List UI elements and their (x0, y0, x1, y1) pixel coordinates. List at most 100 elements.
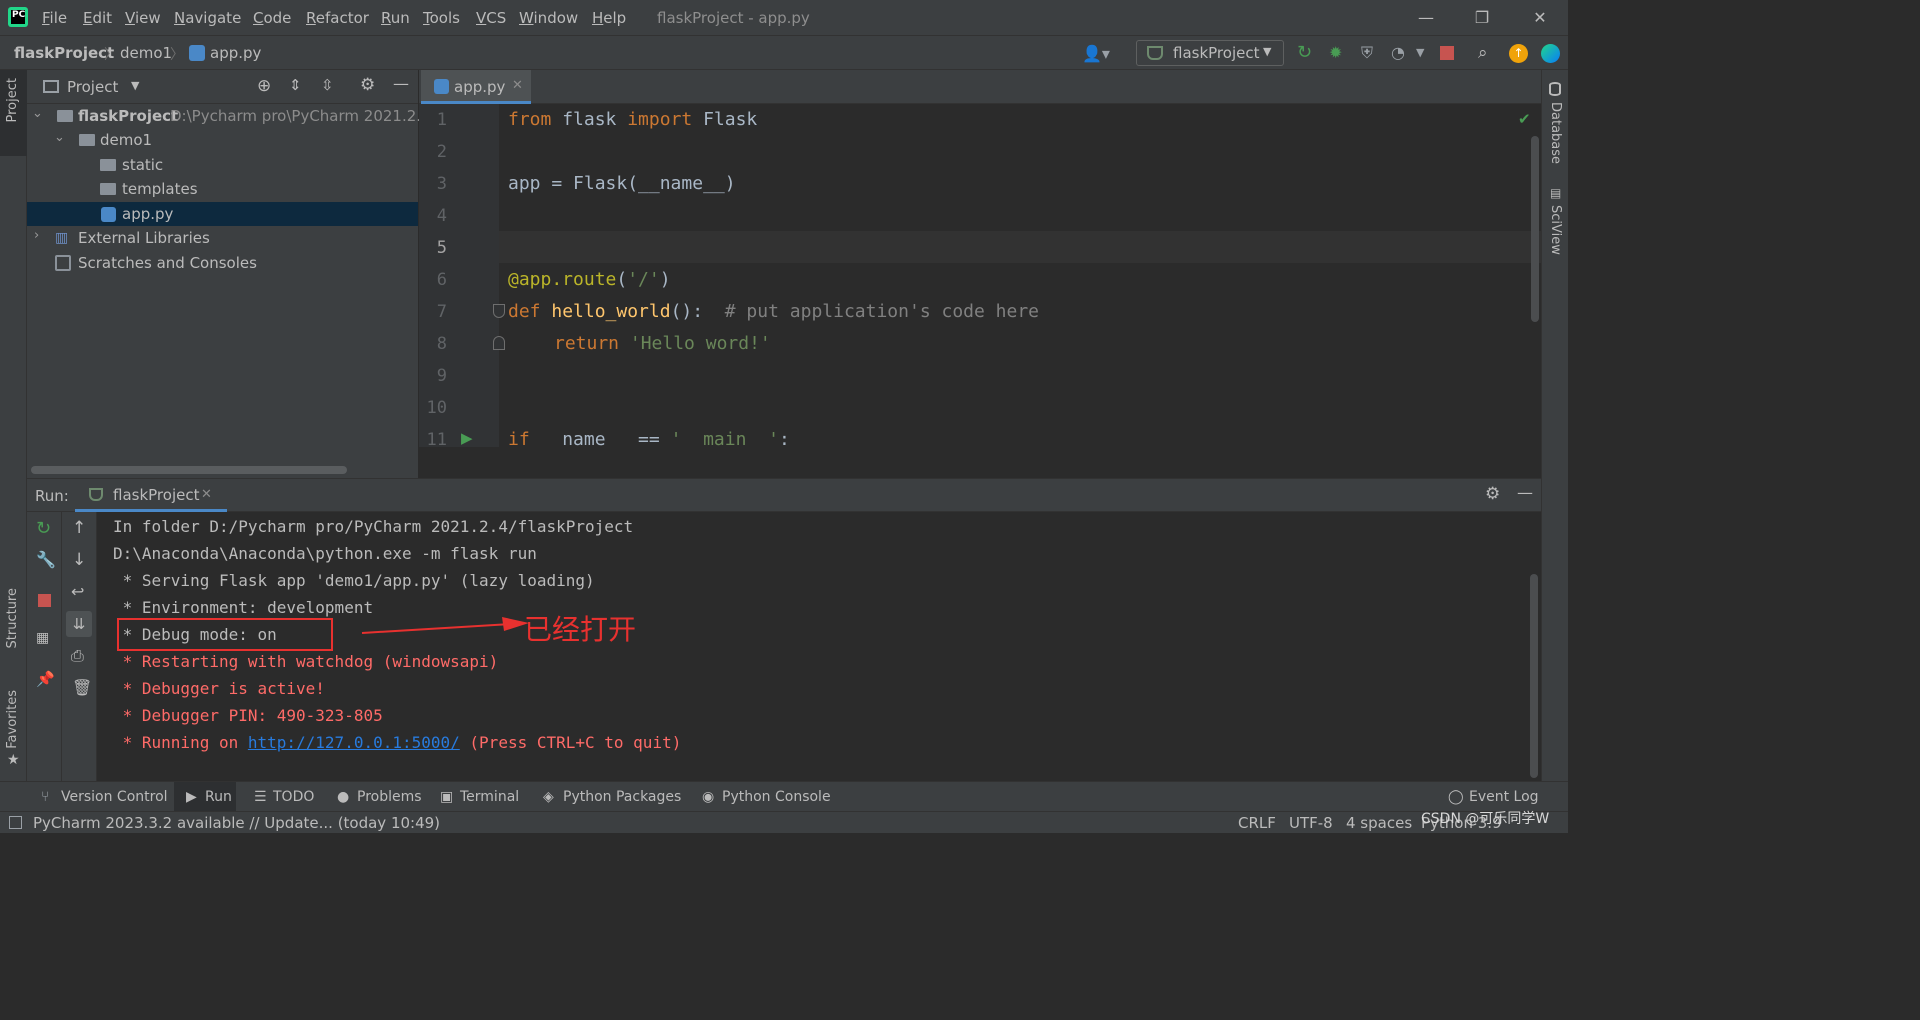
menu-view[interactable]: View (125, 9, 161, 27)
tree-item-app-py[interactable]: app.py (27, 202, 418, 226)
close-button[interactable]: ✕ (1528, 6, 1552, 30)
arrow-up-icon[interactable]: ↑ (72, 518, 86, 538)
file-encoding[interactable]: UTF-8 (1289, 814, 1333, 832)
trash-icon[interactable]: 🗑 (72, 678, 92, 697)
line-number: 4 (436, 206, 447, 226)
menu-help[interactable]: Help (592, 9, 626, 27)
line-separator[interactable]: CRLF (1238, 814, 1276, 832)
indent-setting[interactable]: 4 spaces (1346, 814, 1412, 832)
menu-refactor[interactable]: Refactor (306, 9, 369, 27)
horizontal-scrollbar[interactable] (31, 466, 347, 474)
console-scrollbar[interactable] (1530, 574, 1538, 778)
server-url-link[interactable]: http://127.0.0.1:5000/ (248, 733, 460, 752)
debug-icon[interactable]: ✹ (1329, 44, 1347, 62)
update-icon[interactable]: ↑ (1509, 44, 1528, 63)
folder-icon (100, 159, 116, 171)
fold-marker-icon[interactable] (493, 336, 505, 350)
print-icon[interactable]: ⎙ (71, 646, 84, 666)
tool-event-log[interactable]: Event Log (1469, 789, 1539, 805)
breadcrumb-separator-icon: 〉 (104, 47, 118, 63)
tree-item-external-libraries[interactable]: › ▥ External Libraries (27, 226, 418, 250)
gear-icon[interactable]: ⚙ (360, 75, 375, 95)
console-line: * Restarting with watchdog (windowsapi) (113, 652, 499, 671)
status-message[interactable]: PyCharm 2023.3.2 available // Update... … (33, 814, 440, 832)
menu-code[interactable]: Code (253, 9, 291, 27)
rerun-icon[interactable]: ↻ (1297, 44, 1315, 62)
locate-icon[interactable]: ⊕ (257, 76, 271, 96)
watermark: CSDN @可乐同学W (1421, 811, 1550, 827)
plugin-icon[interactable] (1541, 44, 1560, 63)
vertical-scrollbar[interactable] (1531, 136, 1539, 322)
toggle-tool-windows-icon[interactable] (9, 816, 22, 829)
profile-icon[interactable]: ◔ (1391, 44, 1409, 62)
console-line-running: * Running on http://127.0.0.1:5000/ (Pre… (113, 733, 682, 752)
close-tab-icon[interactable]: ✕ (512, 78, 523, 93)
flask-icon (89, 488, 103, 501)
wrench-icon[interactable]: 🔧 (36, 550, 56, 569)
arrow-down-icon[interactable]: ↓ (72, 550, 86, 570)
menu-vcs[interactable]: VCS (476, 9, 506, 27)
tool-run[interactable]: Run (205, 789, 232, 805)
menu-run[interactable]: Run (381, 9, 410, 27)
tree-item-static[interactable]: static (27, 153, 418, 177)
inspection-ok-icon[interactable]: ✔ (1518, 110, 1531, 128)
stop-icon[interactable] (38, 594, 51, 607)
tree-item-templates[interactable]: templates (27, 177, 418, 201)
breadcrumb-folder[interactable]: demo1 (120, 44, 172, 62)
tab-run-flaskproject[interactable]: flaskProject ✕ (75, 479, 227, 512)
hide-panel-icon[interactable]: — (1517, 483, 1533, 502)
more-run-options-icon[interactable]: ▼ (1416, 44, 1434, 62)
menu-file[interactable]: File (42, 9, 67, 27)
code-editor[interactable]: 1 2 3 4 5 6 7 8 9 10 11 ▶ from flask imp… (419, 104, 1541, 447)
minimize-button[interactable]: — (1414, 6, 1438, 30)
gear-icon[interactable]: ⚙ (1485, 484, 1500, 504)
rerun-icon[interactable]: ↻ (36, 518, 51, 539)
chevron-down-icon[interactable]: ▼ (131, 79, 139, 92)
tool-problems[interactable]: Problems (357, 789, 422, 805)
structure-tool-tab[interactable]: Structure (5, 588, 20, 648)
menu-edit[interactable]: Edit (83, 9, 112, 27)
console-line: In folder D:/Pycharm pro/PyCharm 2021.2.… (113, 517, 634, 536)
stop-icon[interactable] (1440, 46, 1454, 60)
soft-wrap-icon[interactable]: ↩ (71, 582, 84, 601)
tool-python-console[interactable]: Python Console (722, 789, 831, 805)
sciview-tool-tab[interactable]: SciView (1548, 205, 1563, 255)
database-tool-tab[interactable]: Database (1548, 102, 1563, 164)
line-number: 2 (436, 142, 447, 162)
restore-button[interactable]: ❐ (1470, 6, 1494, 30)
coverage-icon[interactable]: ⛨ (1361, 44, 1379, 62)
tree-item-demo1[interactable]: ⌄ demo1 (27, 128, 418, 152)
run-panel-label: Run: (35, 487, 69, 505)
tree-item-flaskproject[interactable]: ⌄ flaskProject D:\Pycharm pro\PyCharm 20… (27, 104, 436, 128)
fold-marker-icon[interactable] (493, 304, 505, 318)
pin-icon[interactable]: 📌 (36, 670, 55, 688)
scroll-to-end-icon[interactable]: ⇊ (66, 611, 92, 637)
run-gutter-icon[interactable]: ▶ (461, 429, 473, 447)
tree-item-scratches[interactable]: Scratches and Consoles (27, 251, 418, 275)
hide-panel-icon[interactable]: — (393, 74, 409, 93)
collapse-all-icon[interactable]: ⇳ (321, 76, 334, 94)
python-file-icon (101, 207, 116, 222)
expand-all-icon[interactable]: ⇕ (289, 76, 302, 94)
menu-navigate[interactable]: Navigate (174, 9, 241, 27)
tab-app-py[interactable]: app.py ✕ (421, 70, 531, 104)
code-line-3: app = Flask(__name__) (508, 173, 736, 194)
project-panel: Project ▼ ⊕ ⇕ ⇳ ⚙ — ⌄ flaskProject D:\Py… (27, 70, 436, 478)
search-icon[interactable]: ⌕ (1478, 44, 1496, 62)
run-configuration-selector[interactable]: flaskProject ▼ (1136, 40, 1284, 66)
user-icon[interactable]: 👤▾ (1082, 44, 1110, 63)
tool-terminal[interactable]: Terminal (460, 789, 519, 805)
tool-python-packages[interactable]: Python Packages (563, 789, 681, 805)
sciview-icon: ▤ (1550, 186, 1562, 200)
close-tab-icon[interactable]: ✕ (201, 487, 212, 502)
breadcrumb-file[interactable]: app.py (210, 44, 261, 62)
breadcrumb-project[interactable]: flaskProject (14, 44, 114, 62)
menu-tools[interactable]: Tools (423, 9, 460, 27)
tool-version-control[interactable]: Version Control (61, 789, 168, 805)
menu-window[interactable]: Window (519, 9, 578, 27)
layout-icon[interactable]: ▦ (36, 630, 49, 646)
project-tool-tab[interactable]: Project (0, 70, 27, 156)
favorites-tool-tab[interactable]: Favorites (5, 690, 20, 749)
tool-todo[interactable]: TODO (273, 789, 314, 805)
project-view-selector[interactable]: Project (67, 78, 118, 96)
